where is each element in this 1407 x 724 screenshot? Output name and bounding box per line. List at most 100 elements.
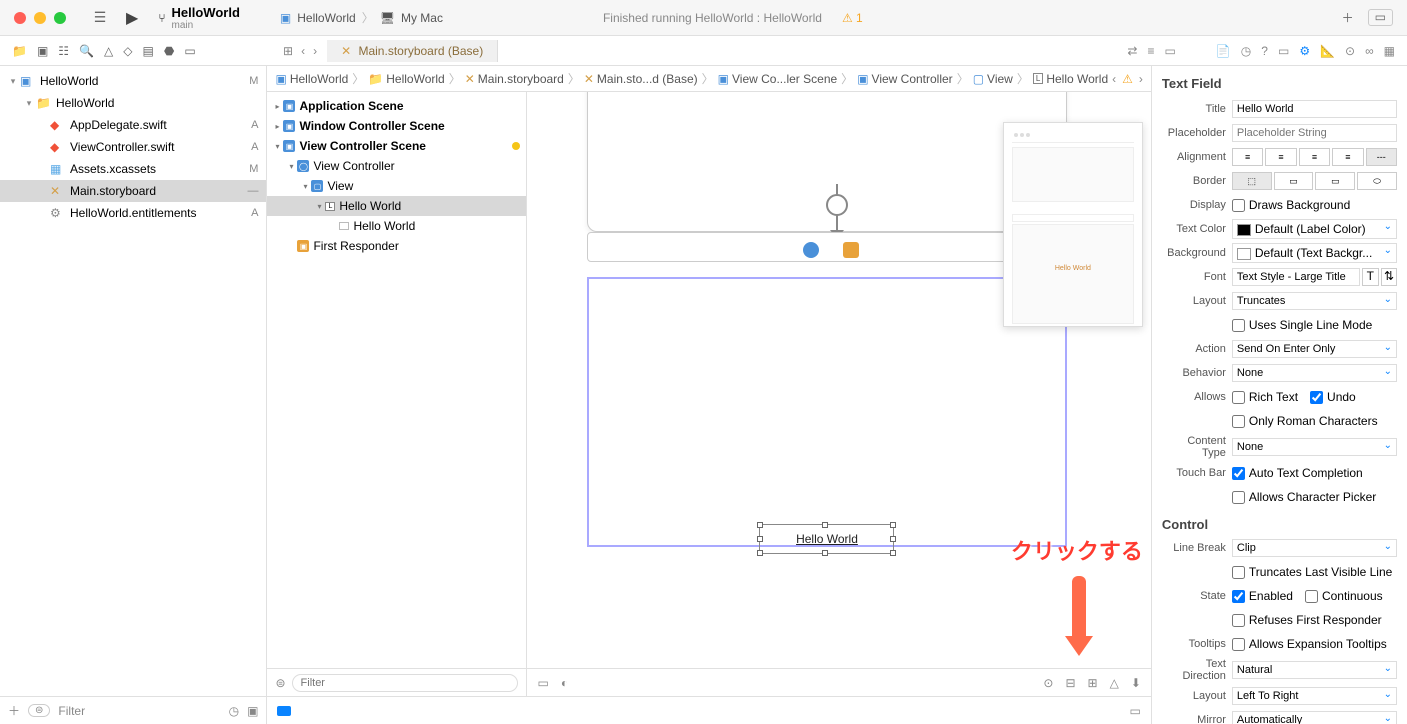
layout-direction-select[interactable]: Left To Right bbox=[1232, 687, 1397, 705]
add-file-button[interactable]: ＋ bbox=[8, 702, 20, 719]
embed-icon[interactable]: ⬇ bbox=[1131, 676, 1141, 690]
single-line-checkbox[interactable] bbox=[1232, 319, 1245, 332]
tree-row-file-selected[interactable]: ✕ Main.storyboard — bbox=[0, 180, 266, 202]
test-nav-icon[interactable]: ◇ bbox=[123, 44, 132, 58]
forward-button[interactable]: › bbox=[313, 44, 317, 58]
back-button[interactable]: ‹ bbox=[301, 44, 305, 58]
enabled-checkbox[interactable] bbox=[1232, 590, 1245, 603]
jumpbar-forward-icon[interactable]: › bbox=[1139, 72, 1143, 86]
line-break-select[interactable]: Clip bbox=[1232, 539, 1397, 557]
truncates-last-checkbox[interactable] bbox=[1232, 566, 1245, 579]
outline-item-selected[interactable]: ▾ L Hello World bbox=[267, 196, 526, 216]
vc-dock-icon[interactable] bbox=[803, 242, 819, 258]
chevron-down-icon[interactable]: ▾ bbox=[271, 142, 283, 151]
filter-icon[interactable]: ⊜ bbox=[275, 676, 285, 690]
resolve-icon[interactable]: △ bbox=[1110, 676, 1119, 690]
jumpbar-warning-icon[interactable]: ⚠ bbox=[1122, 72, 1133, 86]
scm-filter-icon[interactable]: ▣ bbox=[247, 704, 258, 718]
close-window-button[interactable] bbox=[14, 12, 26, 24]
outline-scene[interactable]: ▸ ▣ Application Scene bbox=[267, 96, 526, 116]
minimize-window-button[interactable] bbox=[34, 12, 46, 24]
chevron-right-icon[interactable]: ▸ bbox=[271, 102, 283, 111]
align-icon[interactable]: ⊟ bbox=[1065, 676, 1075, 690]
background-color-select[interactable]: Default (Text Backgr... bbox=[1232, 243, 1397, 263]
resize-handle[interactable] bbox=[822, 550, 828, 556]
warning-badge[interactable]: ⚠ 1 bbox=[842, 11, 863, 25]
outline-item[interactable]: ▾ ▢ View bbox=[267, 176, 526, 196]
auto-complete-checkbox[interactable] bbox=[1232, 467, 1245, 480]
font-picker-button[interactable]: T bbox=[1362, 268, 1379, 286]
jump-bar[interactable]: ▣HelloWorld〉 📁HelloWorld〉 ✕Main.storyboa… bbox=[267, 66, 1150, 92]
appearance-toggle-icon[interactable]: ◐ bbox=[561, 676, 568, 690]
content-type-select[interactable]: None bbox=[1232, 438, 1397, 456]
library-button[interactable]: ▭ bbox=[1368, 9, 1393, 26]
tree-row-folder[interactable]: ▾ 📁 HelloWorld bbox=[0, 92, 266, 114]
chevron-down-icon[interactable]: ▾ bbox=[313, 202, 325, 211]
outline-item[interactable]: Hello World bbox=[267, 216, 526, 236]
outline-scene[interactable]: ▸ ▣ Window Controller Scene bbox=[267, 116, 526, 136]
view-container[interactable]: Hello World bbox=[587, 277, 1067, 547]
identity-inspector-icon[interactable]: ▭ bbox=[1278, 44, 1289, 58]
minimap[interactable]: Hello World bbox=[1003, 122, 1143, 327]
source-control-nav-icon[interactable]: ▣ bbox=[37, 44, 48, 58]
resize-handle[interactable] bbox=[822, 522, 828, 528]
action-select[interactable]: Send On Enter Only bbox=[1232, 340, 1397, 358]
resize-handle[interactable] bbox=[890, 522, 896, 528]
debug-area-toggle-icon[interactable]: ▭ bbox=[1130, 704, 1141, 718]
issue-nav-icon[interactable]: △ bbox=[104, 44, 113, 58]
tree-row-file[interactable]: ▦ Assets.xcassets M bbox=[0, 158, 266, 180]
editor-lines-icon[interactable]: ≡ bbox=[1147, 44, 1154, 58]
resize-handle[interactable] bbox=[890, 550, 896, 556]
recent-filter-icon[interactable]: ◷ bbox=[229, 704, 239, 718]
resize-handle[interactable] bbox=[757, 536, 763, 542]
run-button[interactable]: ▶ bbox=[126, 8, 138, 28]
related-items-icon[interactable]: ⊞ bbox=[283, 44, 293, 58]
outline-item[interactable]: ▾ ◯ View Controller bbox=[267, 156, 526, 176]
tree-row-file[interactable]: ⚙ HelloWorld.entitlements A bbox=[0, 202, 266, 224]
text-direction-select[interactable]: Natural bbox=[1232, 661, 1397, 679]
font-input[interactable] bbox=[1232, 268, 1360, 286]
sidebar-toggle-icon[interactable]: ☰ bbox=[86, 9, 114, 26]
tree-row-file[interactable]: ◆ ViewController.swift A bbox=[0, 136, 266, 158]
scheme-picker[interactable]: ▣ HelloWorld 〉 🖥 My Mac bbox=[280, 9, 443, 26]
undo-checkbox[interactable] bbox=[1310, 391, 1323, 404]
expansion-checkbox[interactable] bbox=[1232, 638, 1245, 651]
bindings-inspector-icon[interactable]: ∞ bbox=[1365, 44, 1374, 58]
roman-checkbox[interactable] bbox=[1232, 415, 1245, 428]
breakpoint-nav-icon[interactable]: ⬣ bbox=[164, 44, 174, 58]
outline-scene[interactable]: ▾ ▣ View Controller Scene bbox=[267, 136, 526, 156]
effects-inspector-icon[interactable]: ▦ bbox=[1384, 44, 1395, 58]
attributes-inspector-icon[interactable]: ⚙ bbox=[1299, 44, 1310, 58]
interface-builder-canvas[interactable]: Hello World bbox=[527, 92, 1150, 696]
chevron-down-icon[interactable]: ▾ bbox=[6, 76, 20, 87]
layout-select[interactable]: Truncates bbox=[1232, 292, 1397, 310]
outline-item[interactable]: ▣ First Responder bbox=[267, 236, 526, 256]
font-stepper[interactable]: ⇅ bbox=[1381, 268, 1397, 286]
continuous-checkbox[interactable] bbox=[1305, 590, 1318, 603]
filter-icon[interactable]: ⊜ bbox=[28, 704, 50, 717]
chevron-down-icon[interactable]: ▾ bbox=[285, 162, 297, 171]
debug-nav-icon[interactable]: ▤ bbox=[142, 44, 153, 58]
title-input[interactable] bbox=[1232, 100, 1397, 118]
placeholder-input[interactable] bbox=[1232, 124, 1397, 142]
border-segmented[interactable]: ⬚▭▭⬭ bbox=[1232, 172, 1397, 190]
report-nav-icon[interactable]: ▭ bbox=[184, 44, 195, 58]
refuses-checkbox[interactable] bbox=[1232, 614, 1245, 627]
connections-inspector-icon[interactable]: ⊙ bbox=[1345, 44, 1355, 58]
resize-handle[interactable] bbox=[757, 550, 763, 556]
chevron-down-icon[interactable]: ▾ bbox=[299, 182, 311, 191]
zoom-fit-icon[interactable]: ⊙ bbox=[1043, 676, 1053, 690]
rich-text-checkbox[interactable] bbox=[1232, 391, 1245, 404]
char-picker-checkbox[interactable] bbox=[1232, 491, 1245, 504]
history-inspector-icon[interactable]: ◷ bbox=[1241, 44, 1251, 58]
find-nav-icon[interactable]: 🔍 bbox=[79, 44, 94, 58]
text-field-selected[interactable]: Hello World bbox=[759, 524, 894, 554]
project-nav-icon[interactable]: 📁 bbox=[12, 44, 27, 58]
text-color-select[interactable]: Default (Label Color) bbox=[1232, 219, 1397, 239]
debug-toggle-icon[interactable] bbox=[277, 706, 291, 716]
tree-row-file[interactable]: ◆ AppDelegate.swift A bbox=[0, 114, 266, 136]
mirror-select[interactable]: Automatically bbox=[1232, 711, 1397, 724]
resize-handle[interactable] bbox=[890, 536, 896, 542]
outline-filter-input[interactable] bbox=[292, 674, 519, 692]
help-inspector-icon[interactable]: ? bbox=[1261, 44, 1268, 58]
